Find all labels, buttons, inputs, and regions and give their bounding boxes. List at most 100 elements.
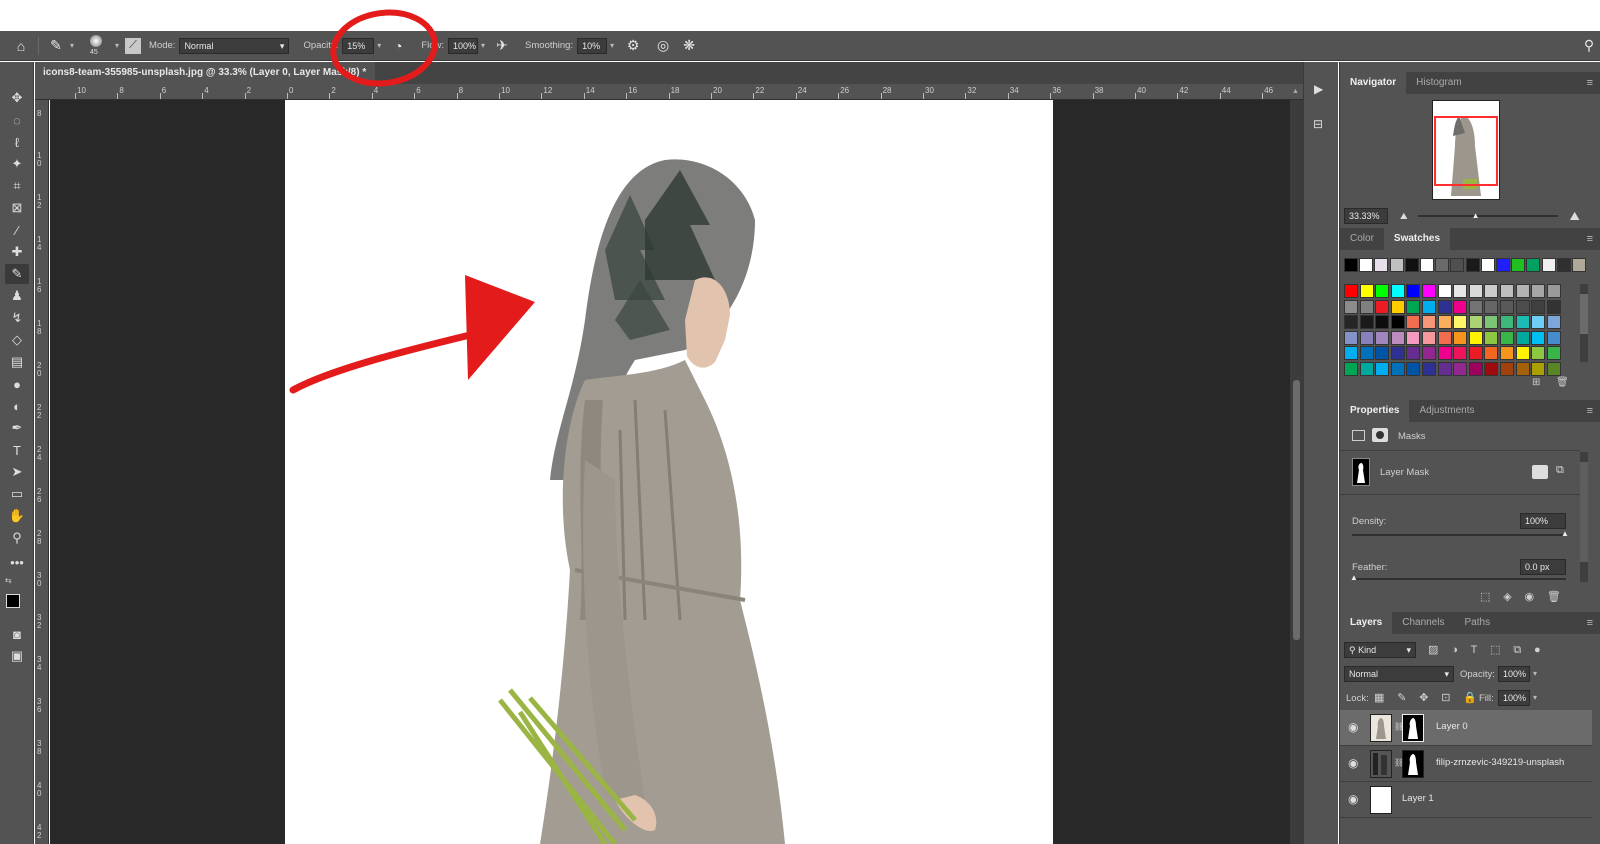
- panel-menu-icon[interactable]: ≡: [1587, 405, 1593, 417]
- navigator-view-box[interactable]: [1434, 116, 1498, 186]
- layer-opacity-field[interactable]: 100%: [1498, 666, 1530, 682]
- filter-toggle-icon[interactable]: ●: [1534, 644, 1541, 656]
- color-swatch[interactable]: [1422, 346, 1436, 360]
- adjustment-filter-icon[interactable]: ◑: [1451, 644, 1458, 656]
- color-swatch[interactable]: [1500, 346, 1514, 360]
- color-swatch[interactable]: [1515, 315, 1530, 329]
- scrollbar-thumb[interactable]: [1293, 380, 1300, 640]
- lock-image-icon[interactable]: ✎: [1397, 692, 1406, 704]
- fill-field[interactable]: 100%: [1498, 690, 1530, 706]
- scrollbar-thumb[interactable]: [1580, 462, 1588, 562]
- layer-row[interactable]: ◉ Layer 1: [1340, 782, 1592, 818]
- color-swatch[interactable]: [1422, 315, 1436, 329]
- recent-swatch[interactable]: [1389, 258, 1404, 272]
- zoom-slider[interactable]: ▲: [1417, 211, 1558, 220]
- panel-menu-icon[interactable]: ≡: [1587, 77, 1593, 89]
- color-swatch[interactable]: [1359, 346, 1374, 360]
- tab-navigator[interactable]: Navigator: [1340, 72, 1407, 94]
- color-swatch[interactable]: [1359, 315, 1374, 329]
- shape-filter-icon[interactable]: ⬚: [1490, 644, 1500, 656]
- apply-mask-icon[interactable]: ◈: [1503, 591, 1511, 603]
- play-action-icon[interactable]: ▶: [1314, 82, 1323, 96]
- color-swatch[interactable]: [1500, 330, 1514, 345]
- visibility-eye-icon[interactable]: ◉: [1348, 756, 1358, 770]
- color-swatch[interactable]: [1531, 346, 1546, 360]
- color-swatch[interactable]: [1437, 330, 1452, 345]
- color-swatch[interactable]: [1468, 315, 1483, 329]
- recent-swatch[interactable]: [1572, 258, 1586, 272]
- color-swatch[interactable]: [1344, 346, 1358, 360]
- trash-icon[interactable]: 🗑: [1547, 591, 1561, 603]
- color-swatch[interactable]: [1406, 284, 1421, 298]
- color-swatch[interactable]: [1500, 361, 1514, 376]
- color-swatch[interactable]: [1390, 330, 1405, 345]
- color-swatch[interactable]: [1359, 299, 1374, 314]
- mask-thumbnail[interactable]: [1402, 714, 1424, 742]
- tab-adjustments[interactable]: Adjustments: [1409, 400, 1484, 422]
- color-swatch[interactable]: [1453, 315, 1468, 329]
- recent-swatch[interactable]: [1526, 258, 1541, 272]
- properties-scrollbar[interactable]: [1580, 452, 1588, 582]
- color-swatch[interactable]: [1500, 315, 1514, 329]
- visibility-eye-icon[interactable]: ◉: [1348, 792, 1358, 806]
- recent-swatch[interactable]: [1496, 258, 1510, 272]
- color-swatch[interactable]: [1437, 361, 1452, 376]
- color-swatch[interactable]: [1468, 346, 1483, 360]
- color-swatch[interactable]: [1375, 330, 1390, 345]
- color-swatch[interactable]: [1453, 346, 1468, 360]
- type-filter-icon[interactable]: T: [1471, 644, 1478, 656]
- tab-paths[interactable]: Paths: [1455, 612, 1501, 634]
- layer-row[interactable]: ◉ ⛓ Layer 0: [1340, 710, 1592, 746]
- panel-menu-icon[interactable]: ≡: [1587, 617, 1593, 629]
- layer-row[interactable]: ◉ ⛓ filip-zrnzevic-349219-unsplash: [1340, 746, 1592, 782]
- color-swatch[interactable]: [1546, 315, 1561, 329]
- color-swatch[interactable]: [1453, 361, 1468, 376]
- color-swatch[interactable]: [1500, 299, 1514, 314]
- color-swatch[interactable]: [1531, 330, 1546, 345]
- color-swatch[interactable]: [1515, 330, 1530, 345]
- feather-slider-handle[interactable]: ▲: [1350, 573, 1358, 582]
- density-slider-handle[interactable]: ▲: [1561, 529, 1569, 538]
- color-swatch[interactable]: [1546, 330, 1561, 345]
- color-swatch[interactable]: [1546, 284, 1561, 298]
- lock-position-icon[interactable]: ✥: [1419, 692, 1428, 704]
- image-filter-icon[interactable]: ▨: [1428, 644, 1438, 656]
- recent-swatch[interactable]: [1435, 258, 1450, 272]
- color-swatch[interactable]: [1484, 299, 1499, 314]
- recent-swatch[interactable]: [1359, 258, 1374, 272]
- zoom-slider-handle[interactable]: ▲: [1472, 211, 1480, 220]
- recent-swatch[interactable]: [1404, 258, 1419, 272]
- smart-object-filter-icon[interactable]: ⧉: [1513, 644, 1521, 656]
- color-swatch[interactable]: [1453, 330, 1468, 345]
- recent-swatch[interactable]: [1541, 258, 1556, 272]
- lock-transparency-icon[interactable]: ▦: [1374, 692, 1384, 704]
- tab-layers[interactable]: Layers: [1340, 612, 1393, 634]
- density-field[interactable]: 100%: [1520, 513, 1566, 529]
- recent-swatch[interactable]: [1344, 258, 1358, 272]
- trash-icon[interactable]: 🗑: [1556, 377, 1569, 388]
- color-swatch[interactable]: [1468, 361, 1483, 376]
- color-swatch[interactable]: [1406, 315, 1421, 329]
- tab-properties[interactable]: Properties: [1340, 400, 1410, 422]
- mask-thumbnail[interactable]: [1402, 750, 1424, 778]
- recent-swatch[interactable]: [1420, 258, 1434, 272]
- recent-swatch[interactable]: [1480, 258, 1495, 272]
- zoom-out-icon[interactable]: ⛰: [1400, 211, 1408, 222]
- scrollbar-thumb[interactable]: [1580, 294, 1588, 334]
- tab-color[interactable]: Color: [1340, 228, 1384, 250]
- color-swatch[interactable]: [1546, 361, 1561, 376]
- color-swatch[interactable]: [1484, 361, 1499, 376]
- color-swatch[interactable]: [1406, 299, 1421, 314]
- color-swatch[interactable]: [1344, 330, 1358, 345]
- recent-swatch[interactable]: [1465, 258, 1480, 272]
- color-swatch[interactable]: [1531, 315, 1546, 329]
- color-swatch[interactable]: [1531, 361, 1546, 376]
- color-swatch[interactable]: [1406, 361, 1421, 376]
- layer-mask-icon[interactable]: [1372, 428, 1388, 442]
- recent-swatch[interactable]: [1556, 258, 1571, 272]
- color-swatch[interactable]: [1546, 299, 1561, 314]
- color-swatch[interactable]: [1484, 315, 1499, 329]
- color-swatch[interactable]: [1437, 346, 1452, 360]
- chevron-down-icon[interactable]: ▾: [1533, 669, 1537, 678]
- color-swatch[interactable]: [1406, 330, 1421, 345]
